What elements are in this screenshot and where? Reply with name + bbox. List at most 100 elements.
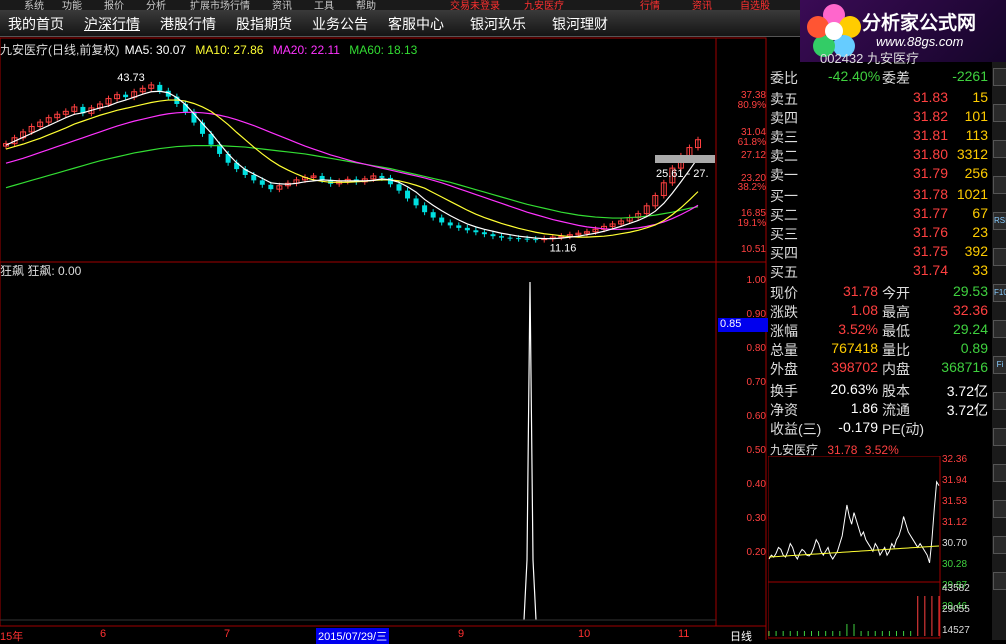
sell-level-row[interactable]: 卖四 31.82 101 — [770, 108, 990, 127]
toolbar-button[interactable] — [993, 392, 1006, 410]
sell-level-row[interactable]: 卖三 31.81 113 — [770, 127, 990, 146]
buy-level-label: 买二 — [770, 207, 798, 223]
sell-level-volume: 256 — [964, 165, 988, 181]
range-bar — [655, 155, 715, 163]
stat-value: 1.08 — [850, 302, 878, 318]
candle-body-down — [481, 232, 487, 235]
sell-level-volume: 101 — [964, 108, 988, 124]
indicator-axis-label: 0.30 — [746, 513, 766, 524]
stat-label: 总量 — [770, 342, 798, 358]
sell-level-row[interactable]: 卖一 31.79 256 — [770, 165, 990, 184]
candle-body-down — [490, 234, 496, 237]
candle-body-down — [439, 217, 445, 223]
mini-chart-frame — [768, 456, 941, 639]
toolbar-button[interactable]: RSI — [993, 212, 1006, 230]
stat-value: 3.72亿 — [946, 383, 988, 399]
buy-level-volume: 1021 — [956, 186, 988, 202]
high-price-label: 43.73 — [117, 72, 145, 84]
buy-level-row[interactable]: 买二 31.77 67 — [770, 205, 990, 224]
indicator-axis-label: 0.20 — [746, 547, 766, 558]
mini-pct: 3.52% — [864, 443, 899, 457]
y-axis-label: 38.2% — [737, 182, 766, 193]
sell-level-row[interactable]: 卖二 31.80 3312 — [770, 146, 990, 165]
toolbar-button[interactable] — [993, 140, 1006, 158]
indicator-axis-label: 0.40 — [746, 479, 766, 490]
buy-level-volume: 33 — [972, 262, 988, 278]
mini-y-label: 31.94 — [942, 475, 968, 486]
stat-label: 今开 — [882, 285, 910, 301]
right-toolbar: RSI F10 Fi — [992, 62, 1006, 640]
weibi-label: 委比 — [770, 70, 798, 86]
x-label: 11 — [678, 628, 690, 640]
candle-body-down — [422, 205, 428, 213]
stat-value: 29.53 — [952, 283, 988, 299]
indicator-axis-label: 0.80 — [746, 343, 766, 354]
stat-label: 最高 — [882, 304, 910, 320]
stat-label: 内盘 — [882, 361, 910, 377]
kline-chart[interactable]: 43.73 11.16 25.61 - 27. — [0, 0, 768, 640]
buy-level-row[interactable]: 买一 31.78 1021 — [770, 186, 990, 205]
indicator-axis-label: 0.60 — [746, 411, 766, 422]
stat-label: 换手 — [770, 383, 798, 399]
y-axis-label: 80.9% — [737, 100, 766, 111]
toolbar-button[interactable]: F10 — [993, 284, 1006, 302]
stat-value: 29.24 — [952, 321, 988, 337]
toolbar-button[interactable] — [993, 68, 1006, 86]
toolbar-button[interactable] — [993, 500, 1006, 518]
mini-y-label: 30.70 — [942, 538, 968, 549]
toolbar-button[interactable] — [993, 464, 1006, 482]
buy-level-volume: 392 — [964, 243, 988, 259]
buy-level-row[interactable]: 买五 31.74 33 — [770, 262, 990, 281]
period-label[interactable]: 日线 — [730, 628, 752, 644]
toolbar-button[interactable] — [993, 536, 1006, 554]
candle-body-down — [430, 212, 436, 218]
stat-label: 涨幅 — [770, 323, 798, 339]
candle-body-down — [123, 94, 129, 98]
y-axis-label: 10.51 — [740, 244, 766, 255]
sell-level-label: 卖三 — [770, 129, 798, 145]
stat-label: 流通 — [882, 402, 910, 418]
candle-body-down — [464, 227, 470, 231]
mini-y-label: 30.28 — [942, 559, 968, 570]
stat-label: 现价 — [770, 285, 798, 301]
y-axis-label: 27.12 — [740, 150, 766, 161]
candle-body-down — [405, 190, 411, 199]
sell-level-label: 卖二 — [770, 148, 798, 164]
sell-level-row[interactable]: 卖五 31.83 15 — [770, 89, 990, 108]
sell-level-label: 卖一 — [770, 167, 798, 183]
stat-label: 最低 — [882, 323, 910, 339]
candle-body-down — [524, 238, 530, 240]
stat-value: 368716 — [941, 359, 988, 375]
indicator-axis-label: 1.00 — [746, 275, 766, 286]
candle-body-down — [157, 84, 163, 91]
range-label: 25.61 - 27. — [656, 168, 709, 180]
candle-body-down — [379, 175, 385, 178]
x-label: 9 — [458, 628, 465, 640]
toolbar-button[interactable] — [993, 248, 1006, 266]
toolbar-button[interactable] — [993, 176, 1006, 194]
sell-level-volume: 113 — [965, 127, 988, 143]
indicator-axis-label: 0.50 — [746, 445, 766, 456]
buy-level-row[interactable]: 买四 31.75 392 — [770, 243, 990, 262]
candle-body-down — [387, 177, 393, 185]
stat-value: 1.86 — [850, 400, 878, 416]
toolbar-button[interactable] — [993, 104, 1006, 122]
y-axis-label: 19.1% — [737, 218, 766, 229]
candle-body-down — [507, 237, 513, 239]
stock-code: 002432 九安医疗 — [820, 51, 919, 66]
weicha-label: 委差 — [882, 70, 910, 86]
weibi-row: 委比 — [770, 68, 798, 88]
stat-value: 31.78 — [842, 283, 878, 299]
stat-value: 398702 — [831, 359, 878, 375]
candle-body-down — [396, 184, 402, 191]
toolbar-button[interactable] — [993, 428, 1006, 446]
x-label: 7 — [224, 628, 231, 640]
toolbar-button[interactable]: Fi — [993, 356, 1006, 374]
mini-volume-label: 14527 — [942, 625, 970, 636]
x-label: 15年 — [0, 631, 24, 643]
toolbar-button[interactable] — [993, 572, 1006, 590]
stat-value: -0.179 — [838, 419, 878, 435]
toolbar-button[interactable] — [993, 320, 1006, 338]
weicha-value: -2261 — [952, 68, 988, 84]
buy-level-row[interactable]: 买三 31.76 23 — [770, 224, 990, 243]
